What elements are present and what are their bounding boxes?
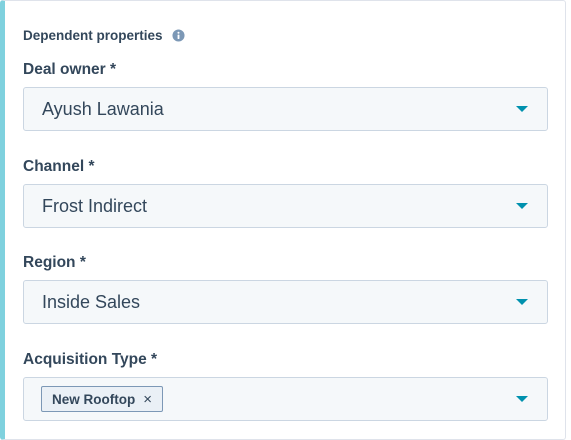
section-header: Dependent properties	[23, 28, 185, 43]
channel-field: Channel * Frost Indirect	[23, 157, 548, 228]
channel-label: Channel *	[23, 158, 95, 175]
deal-owner-value: Ayush Lawania	[42, 98, 164, 119]
caret-down-icon[interactable]	[516, 299, 528, 305]
channel-select[interactable]: Frost Indirect	[23, 184, 548, 228]
deal-owner-select[interactable]: Ayush Lawania	[23, 87, 548, 131]
info-icon[interactable]	[171, 29, 185, 42]
acquisition-type-field: Acquisition Type * New Rooftop ×	[23, 350, 548, 421]
caret-down-icon[interactable]	[516, 106, 528, 112]
region-field: Region * Inside Sales	[23, 253, 548, 324]
region-label: Region *	[23, 254, 86, 271]
tag-label: New Rooftop	[52, 391, 136, 407]
acquisition-type-label: Acquisition Type *	[23, 351, 158, 368]
region-value: Inside Sales	[42, 291, 141, 312]
caret-down-icon[interactable]	[516, 203, 528, 209]
channel-value: Frost Indirect	[42, 195, 148, 216]
acquisition-type-multiselect[interactable]: New Rooftop ×	[23, 377, 548, 421]
region-select[interactable]: Inside Sales	[23, 280, 548, 324]
deal-owner-field: Deal owner * Ayush Lawania	[23, 60, 548, 131]
dependent-properties-panel: Dependent properties Deal owner * Ayush …	[0, 0, 566, 440]
tag-chip: New Rooftop ×	[41, 386, 164, 412]
deal-owner-label: Deal owner *	[23, 61, 117, 78]
close-icon[interactable]: ×	[143, 392, 152, 407]
caret-down-icon[interactable]	[516, 396, 528, 402]
section-title: Dependent properties	[23, 28, 163, 43]
